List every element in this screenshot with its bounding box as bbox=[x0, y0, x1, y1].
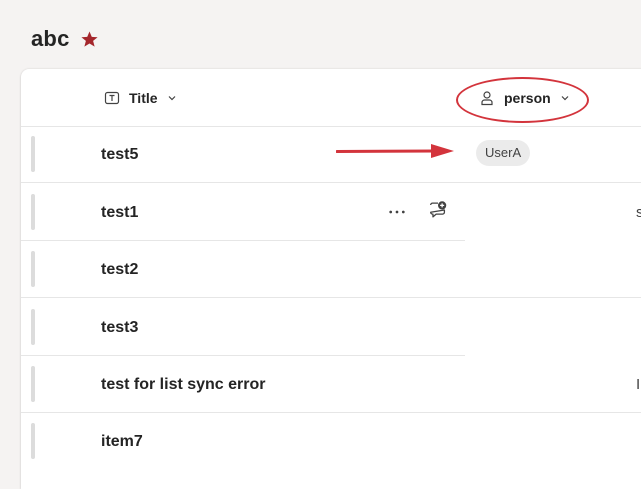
row-divider bbox=[21, 182, 641, 183]
row-title[interactable]: test5 bbox=[101, 146, 138, 164]
row-select-handle[interactable] bbox=[31, 423, 35, 459]
cell-overflow-text: I bbox=[636, 376, 641, 393]
person-pill[interactable]: UserA bbox=[476, 140, 531, 166]
list-title: abc bbox=[31, 26, 70, 51]
list-row[interactable]: test2 bbox=[21, 241, 641, 298]
row-title[interactable]: test2 bbox=[101, 261, 138, 279]
column-header-person[interactable]: person bbox=[479, 87, 570, 109]
row-title[interactable]: test1 bbox=[101, 204, 138, 222]
more-horizontal-icon bbox=[389, 210, 405, 214]
more-options-button[interactable] bbox=[385, 202, 409, 222]
row-select-handle[interactable] bbox=[31, 136, 35, 172]
chevron-down-icon bbox=[167, 93, 177, 103]
list-row[interactable]: test1 s bbox=[21, 184, 641, 241]
chevron-down-icon bbox=[560, 93, 570, 103]
row-select-handle[interactable] bbox=[31, 194, 35, 230]
row-select-handle[interactable] bbox=[31, 309, 35, 345]
favorite-star-icon[interactable] bbox=[80, 30, 99, 49]
column-header-person-label: person bbox=[504, 90, 551, 106]
person-icon bbox=[479, 90, 495, 106]
comment-add-icon bbox=[430, 201, 447, 218]
column-header-row: Title person bbox=[21, 69, 641, 127]
list-row[interactable]: item7 bbox=[21, 413, 641, 470]
row-title[interactable]: test for list sync error bbox=[101, 376, 266, 394]
row-title[interactable]: item7 bbox=[101, 433, 143, 451]
cell-overflow-text: s bbox=[636, 204, 641, 221]
add-comment-button[interactable] bbox=[426, 198, 450, 222]
row-title[interactable]: test3 bbox=[101, 319, 138, 337]
list-row[interactable]: test for list sync error I bbox=[21, 356, 641, 413]
column-header-title[interactable]: Title bbox=[104, 87, 177, 109]
row-divider bbox=[21, 297, 641, 298]
list-header: abc bbox=[0, 0, 641, 70]
list-row[interactable]: test5 UserA bbox=[21, 126, 641, 183]
row-select-handle[interactable] bbox=[31, 366, 35, 402]
list-row[interactable]: test3 bbox=[21, 299, 641, 356]
row-select-handle[interactable] bbox=[31, 251, 35, 287]
list-view: Title person test5 UserA test1 s test2 t… bbox=[21, 69, 641, 489]
text-field-icon bbox=[104, 90, 120, 106]
column-header-title-label: Title bbox=[129, 90, 158, 106]
